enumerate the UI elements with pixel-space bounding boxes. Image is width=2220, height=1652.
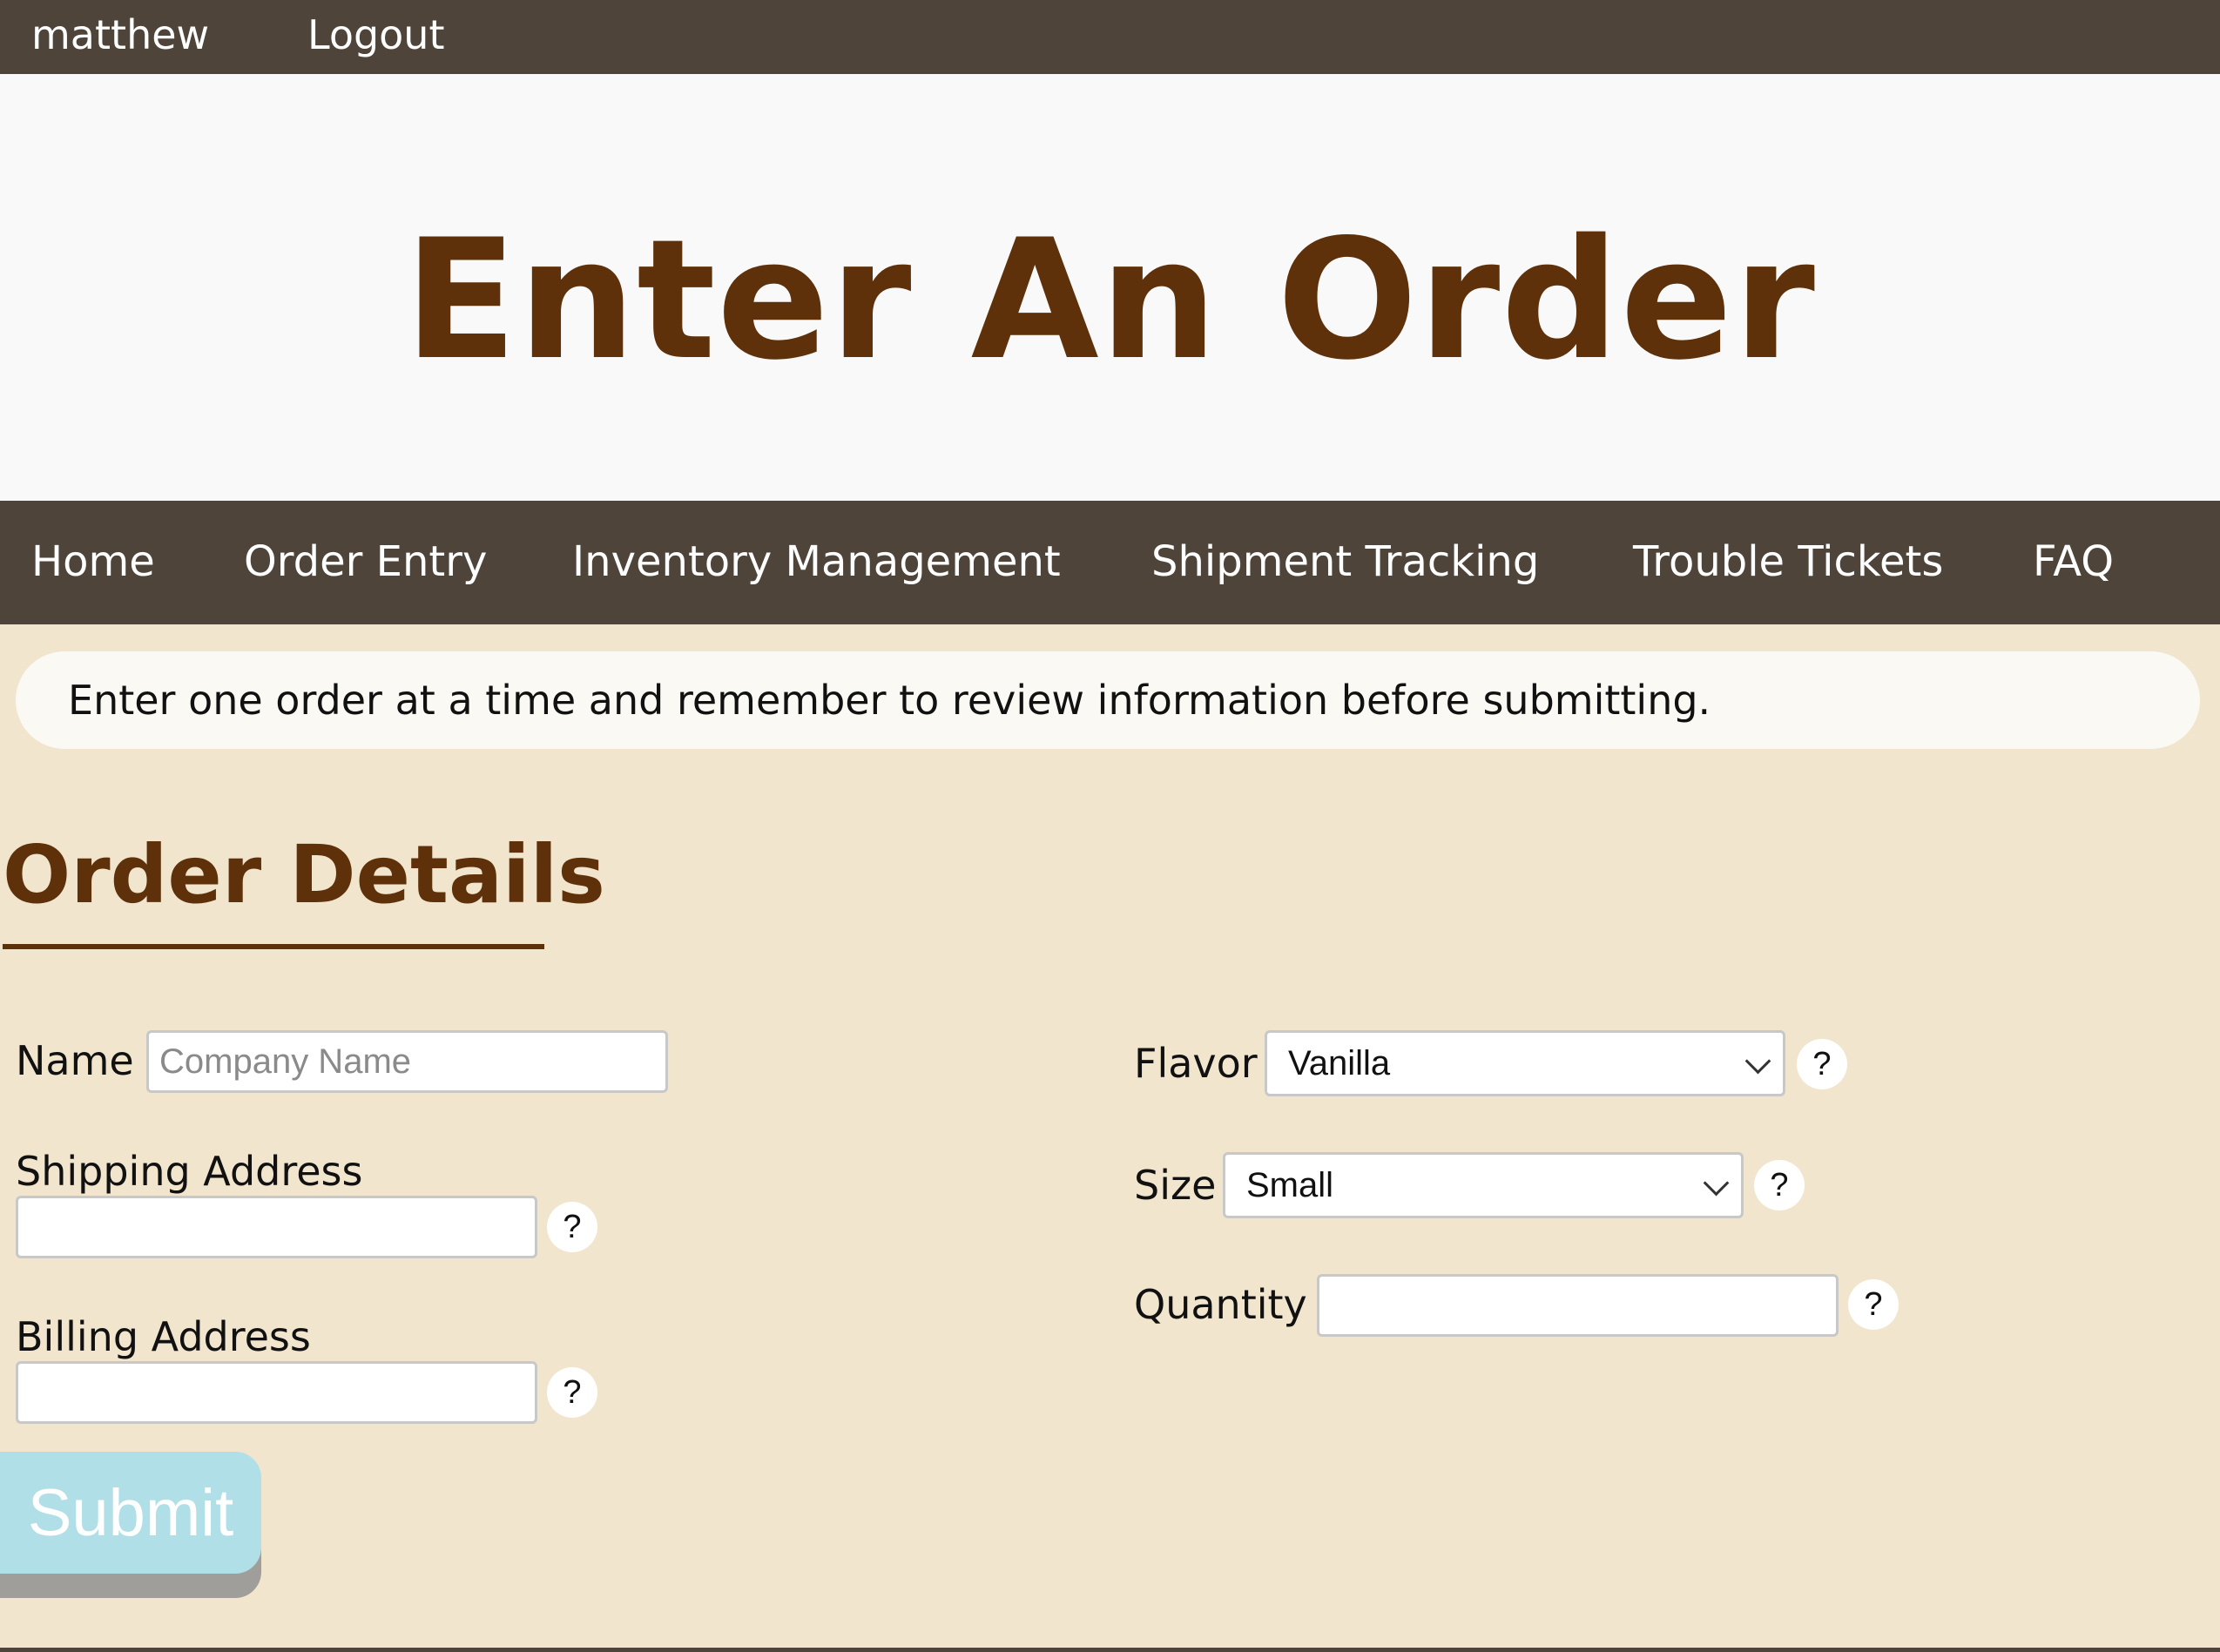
nav-home[interactable]: Home [31, 536, 155, 588]
nav-order-entry[interactable]: Order Entry [244, 536, 487, 588]
size-select[interactable]: Small [1223, 1152, 1744, 1218]
notice-text: Enter one order at a time and remember t… [68, 677, 1711, 724]
bottom-divider [0, 1648, 2220, 1652]
billing-address-label: Billing Address [16, 1313, 311, 1360]
size-label: Size [1134, 1162, 1217, 1209]
quantity-help-icon[interactable]: ? [1848, 1279, 1899, 1330]
shipping-help-icon[interactable]: ? [547, 1202, 597, 1252]
billing-help-icon[interactable]: ? [547, 1367, 597, 1418]
notice-banner: Enter one order at a time and remember t… [16, 651, 2200, 749]
billing-address-input[interactable] [16, 1361, 537, 1424]
shipping-address-label: Shipping Address [16, 1148, 363, 1195]
flavor-selected-value: Vanilla [1288, 1044, 1391, 1082]
name-label: Name [16, 1037, 134, 1084]
chevron-down-icon [1744, 1048, 1771, 1075]
quantity-label: Quantity [1134, 1281, 1307, 1328]
nav-shipment-tracking[interactable]: Shipment Tracking [1151, 536, 1539, 588]
flavor-help-icon[interactable]: ? [1797, 1039, 1847, 1089]
section-divider [3, 944, 544, 949]
shipping-address-input[interactable] [16, 1196, 537, 1258]
username-link[interactable]: matthew [31, 9, 209, 61]
main-nav: Home Order Entry Inventory Management Sh… [0, 501, 2220, 624]
size-help-icon[interactable]: ? [1754, 1160, 1805, 1210]
nav-faq[interactable]: FAQ [2033, 536, 2114, 588]
page-header: Enter An Order [0, 74, 2220, 501]
logout-link[interactable]: Logout [307, 9, 445, 61]
nav-trouble-tickets[interactable]: Trouble Tickets [1633, 536, 1943, 588]
submit-button[interactable]: Submit [0, 1452, 261, 1574]
nav-inventory-management[interactable]: Inventory Management [572, 536, 1061, 588]
size-selected-value: Small [1246, 1166, 1334, 1204]
section-title: Order Details [3, 828, 605, 921]
quantity-input[interactable] [1317, 1274, 1839, 1337]
top-bar: matthew Logout [0, 0, 2220, 74]
page-title: Enter An Order [404, 204, 1816, 396]
flavor-label: Flavor [1134, 1040, 1258, 1087]
name-input[interactable] [146, 1030, 668, 1093]
flavor-select[interactable]: Vanilla [1265, 1030, 1785, 1096]
chevron-down-icon [1703, 1170, 1730, 1197]
